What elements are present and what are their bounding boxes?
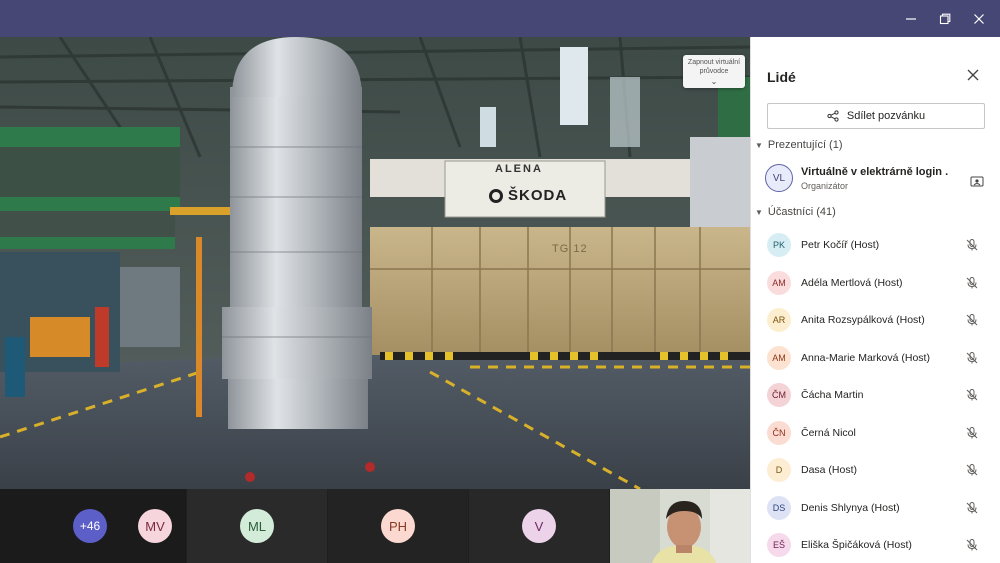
participant-avatar: ČN xyxy=(767,420,791,445)
participant-avatar: D xyxy=(767,458,791,482)
people-panel: Lidé Sdílet pozvánku ▼ Prezentující (1) … xyxy=(750,37,1000,563)
participant-avatar: EŠ xyxy=(767,533,791,557)
participant-row[interactable]: ČN Černá Nicol xyxy=(751,415,1000,451)
shared-video-stage[interactable]: ALENA ŠKODA TG 12 Zapnout virtuální prův… xyxy=(0,37,750,489)
participant-tile-overflow[interactable]: +46 MV xyxy=(0,489,186,563)
participant-row[interactable]: AR Anita Rozsypálková (Host) xyxy=(751,302,1000,338)
participant-strip: +46 MV ML PH V xyxy=(0,489,750,563)
participant-name: Eliška Špičáková (Host) xyxy=(801,539,912,551)
participant-row[interactable]: DS Denis Shlynya (Host) xyxy=(751,490,1000,526)
mic-muted-icon xyxy=(965,388,979,402)
presenter-options-button[interactable] xyxy=(970,175,984,189)
title-bar xyxy=(0,0,1000,37)
presenters-section-toggle[interactable]: ▼ Prezentující (1) xyxy=(755,139,843,151)
mic-muted-icon xyxy=(965,351,979,365)
presenter-name: Virtuálně v elektrárně login . xyxy=(801,166,949,178)
restore-button[interactable] xyxy=(928,0,962,37)
sign-brand: ŠKODA xyxy=(508,187,568,204)
overflow-count-badge[interactable]: +46 xyxy=(73,509,107,543)
mic-muted-icon xyxy=(965,426,979,440)
share-invite-label: Sdílet pozvánku xyxy=(846,110,926,122)
turbine-hall-image xyxy=(0,37,750,489)
close-icon xyxy=(974,13,984,24)
participant-avatar: PK xyxy=(767,233,791,257)
close-panel-button[interactable] xyxy=(965,67,981,83)
mic-muted-icon xyxy=(965,501,979,515)
participant-avatar: ML xyxy=(240,509,274,543)
presenter-role: Organizátor xyxy=(801,181,849,191)
participant-row[interactable]: D Dasa (Host) xyxy=(751,452,1000,488)
participant-avatar: PH xyxy=(381,509,415,543)
participant-row[interactable]: EŠ Eliška Špičáková (Host) xyxy=(751,527,1000,563)
minimize-icon xyxy=(906,17,916,20)
participant-row[interactable]: ČM Čácha Martin xyxy=(751,377,1000,413)
virtual-guide-label: Zapnout virtuální průvodce xyxy=(687,59,741,75)
sign-alena: ALENA xyxy=(495,163,543,175)
participant-avatar: AM xyxy=(767,345,791,370)
minimize-button[interactable] xyxy=(894,0,928,37)
participant-name: Anna-Marie Marková (Host) xyxy=(801,351,930,364)
participant-avatar: V xyxy=(522,509,556,543)
participant-name: Anita Rozsypálková (Host) xyxy=(801,314,925,326)
self-camera-view[interactable] xyxy=(610,489,750,563)
participant-avatar: DS xyxy=(767,495,791,520)
mic-muted-icon xyxy=(965,313,979,327)
participant-tile[interactable]: PH xyxy=(328,489,468,563)
participant-avatar: AM xyxy=(767,270,791,295)
sign-unit: TG 12 xyxy=(552,243,588,255)
caret-down-icon: ▼ xyxy=(755,207,763,217)
self-video-image xyxy=(610,489,750,563)
participant-name: Čácha Martin xyxy=(801,389,864,401)
participant-name: Dasa (Host) xyxy=(801,464,858,476)
participants-heading: Účastníci (41) xyxy=(767,206,836,218)
participant-avatar: ČM xyxy=(767,383,791,407)
mic-muted-icon xyxy=(965,538,979,552)
panel-title: Lidé xyxy=(767,69,796,85)
close-icon xyxy=(967,69,979,81)
participant-avatar: MV xyxy=(138,509,172,543)
participant-name: Petr Kočíř (Host) xyxy=(801,239,880,251)
mic-muted-icon xyxy=(965,463,979,477)
participant-avatar: AR xyxy=(767,308,791,332)
share-invite-button[interactable]: Sdílet pozvánku xyxy=(767,103,985,129)
participant-name: Denis Shlynya (Host) xyxy=(801,501,900,514)
presenter-avatar: VL xyxy=(765,164,793,192)
participants-section-toggle[interactable]: ▼ Účastníci (41) xyxy=(755,206,836,218)
share-icon xyxy=(827,110,839,122)
skoda-emblem-icon xyxy=(489,188,503,203)
virtual-guide-toggle[interactable]: Zapnout virtuální průvodce ⌄ xyxy=(683,55,745,88)
restore-icon xyxy=(939,13,951,24)
participant-name: Černá Nicol xyxy=(801,426,856,439)
presenters-heading: Prezentující (1) xyxy=(767,139,843,151)
presenting-icon xyxy=(970,176,984,187)
participant-tile[interactable]: V xyxy=(469,489,609,563)
participant-row[interactable]: PK Petr Kočíř (Host) xyxy=(751,227,1000,263)
caret-down-icon: ▼ xyxy=(755,140,763,150)
participant-tile[interactable]: ML xyxy=(187,489,327,563)
participant-row[interactable]: AM Anna-Marie Marková (Host) xyxy=(751,340,1000,376)
mic-muted-icon xyxy=(965,238,979,252)
sign-skoda-logo: ŠKODA xyxy=(488,187,567,204)
participant-name: Adéla Mertlová (Host) xyxy=(801,276,903,289)
close-window-button[interactable] xyxy=(962,0,996,37)
participant-row[interactable]: AM Adéla Mertlová (Host) xyxy=(751,265,1000,301)
mic-muted-icon xyxy=(965,276,979,290)
chevron-down-icon: ⌄ xyxy=(710,77,718,86)
